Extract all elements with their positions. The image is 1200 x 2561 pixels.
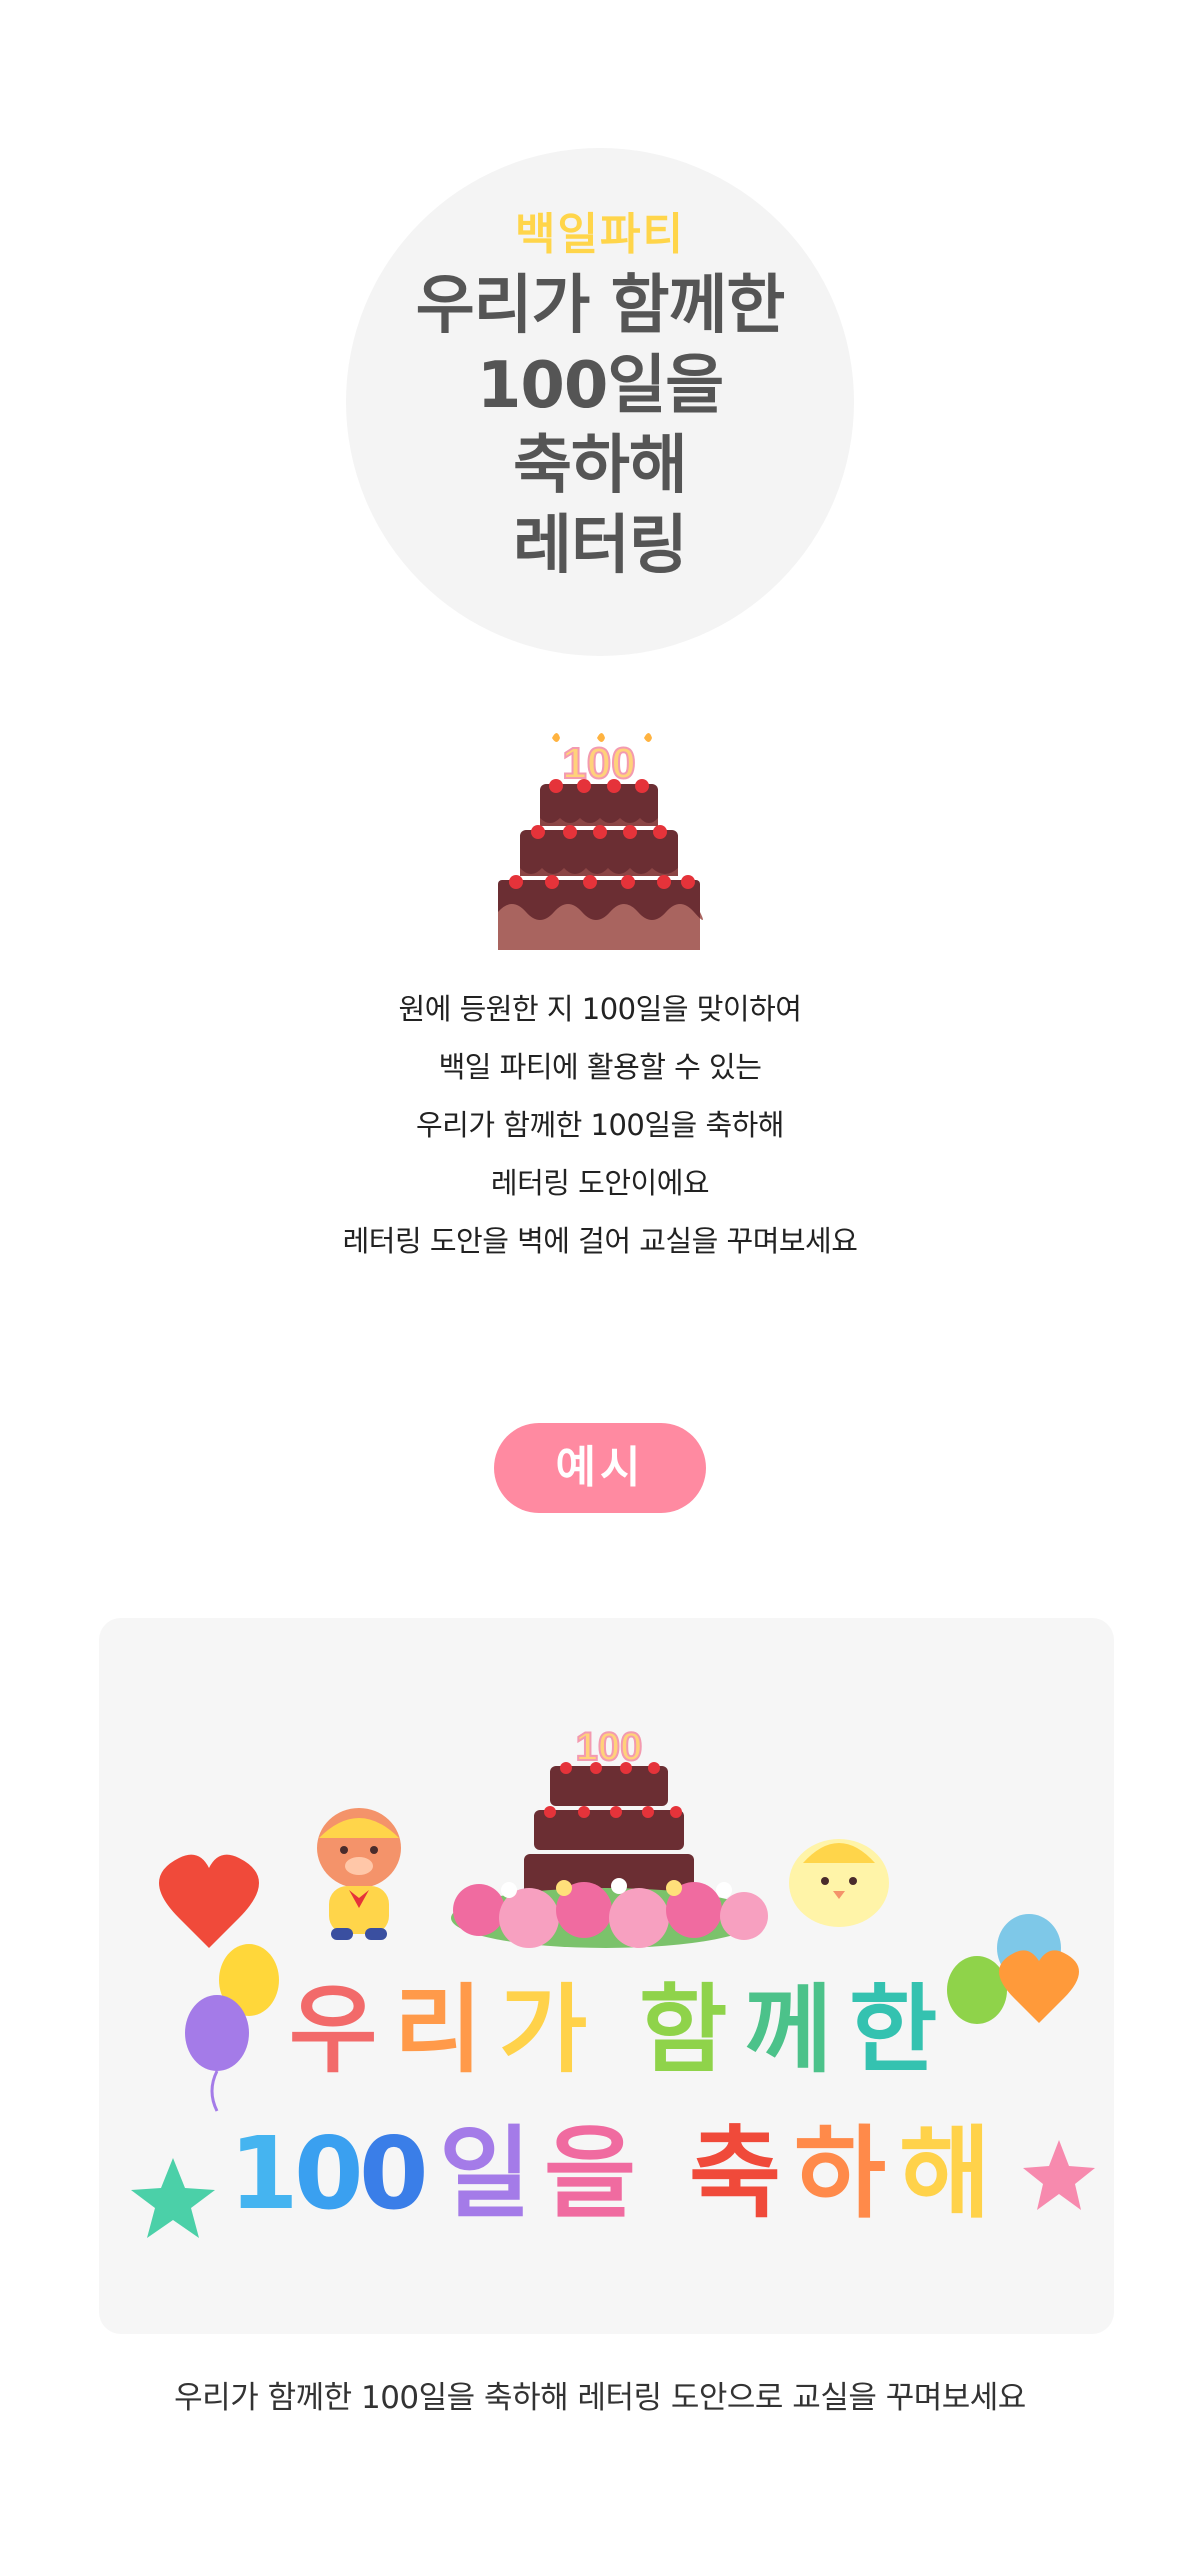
description-line: 원에 등원한 지 100일을 맞이하여 xyxy=(398,992,802,1026)
candle-number: 100 xyxy=(562,739,635,788)
chick-icon xyxy=(789,1839,889,1927)
star-icon xyxy=(1023,2140,1095,2210)
flower-icon xyxy=(451,1878,768,1948)
hero-title: 우리가 함께한 100일을 축하해 레터링 xyxy=(346,266,854,586)
lettering-artwork: 100 우 리 가 함 께 한 1 0 0 일 을 축 하 해 xyxy=(131,1724,1095,2238)
lettering-char: 을 xyxy=(544,2115,636,2232)
example-label: 예시 xyxy=(494,1423,706,1513)
hero-title-line: 100일을 xyxy=(476,349,724,423)
lettering-char: 0 xyxy=(294,2115,364,2232)
cake-icon: 100 xyxy=(524,1724,694,1894)
hero-title-line: 우리가 함께한 xyxy=(415,269,786,343)
cake-illustration: 100 xyxy=(498,733,703,950)
example-image: 100 우 리 가 함 께 한 1 0 0 일 을 축 하 해 xyxy=(99,1618,1114,2334)
lettering-char: 가 xyxy=(499,1974,587,2086)
lettering-char: 께 xyxy=(744,1974,832,2086)
candle-number: 100 xyxy=(576,1725,643,1769)
balloon-icon xyxy=(159,1854,279,2112)
example-caption: 우리가 함께한 100일을 축하해 레터링 도안으로 교실을 꾸며보세요 xyxy=(174,2380,1026,2416)
star-icon xyxy=(131,2158,215,2238)
lettering-char: 일 xyxy=(439,2115,531,2232)
balloon-icon xyxy=(947,1914,1079,2024)
lettering-char: 하 xyxy=(794,2115,886,2232)
description-line: 백일 파티에 활용할 수 있는 xyxy=(438,1050,762,1084)
lettering-char: 한 xyxy=(849,1974,937,2086)
lettering-char: 리 xyxy=(394,1974,482,2086)
lettering-char: 함 xyxy=(639,1974,727,2086)
bear-icon xyxy=(317,1808,401,1940)
lettering-char: 우 xyxy=(289,1974,377,2086)
hero-title-line: 레터링 xyxy=(513,509,688,583)
description: 원에 등원한 지 100일을 맞이하여 백일 파티에 활용할 수 있는 우리가 … xyxy=(0,980,1200,1270)
hero-subtitle: 백일파티 xyxy=(515,209,685,260)
lettering-char: 1 xyxy=(229,2115,299,2232)
description-line: 우리가 함께한 100일을 축하해 xyxy=(416,1108,785,1142)
description-line: 레터링 도안이에요 xyxy=(490,1166,710,1200)
hero-title-line: 축하해 xyxy=(513,429,688,503)
lettering-char: 해 xyxy=(899,2115,991,2232)
lettering-char: 0 xyxy=(359,2115,429,2232)
description-line: 레터링 도안을 벽에 걸어 교실을 꾸며보세요 xyxy=(342,1224,858,1258)
lettering-char: 축 xyxy=(689,2115,781,2232)
hero-badge: 백일파티 우리가 함께한 100일을 축하해 레터링 xyxy=(346,148,854,656)
